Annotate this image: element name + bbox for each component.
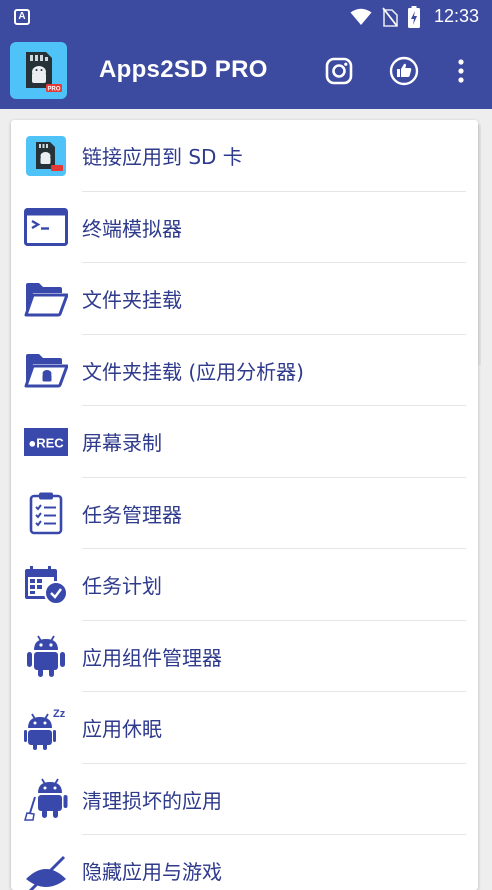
notification-icon: A	[14, 8, 30, 25]
calendar-clock-icon	[24, 563, 68, 607]
menu-item-hide-apps[interactable]: 隐藏应用与游戏	[11, 835, 478, 890]
app-logo: PRO	[10, 42, 67, 99]
folder-android-icon	[24, 348, 68, 392]
hide-icon	[24, 849, 68, 890]
no-sim-icon	[382, 6, 398, 27]
rec-icon-text: ●REC	[28, 435, 64, 450]
menu-item-label: 任务管理器	[82, 502, 182, 527]
more-vert-icon[interactable]	[445, 55, 477, 87]
menu-item-label: 应用组件管理器	[82, 645, 222, 670]
android-broom-icon	[24, 777, 68, 821]
menu-card: 链接应用到 SD 卡 终端模拟器 文件夹挂载 文件夹挂载 (应用分析器) ●RE…	[11, 120, 478, 890]
menu-item-label: 清理损坏的应用	[82, 788, 222, 813]
instagram-icon[interactable]	[323, 55, 355, 87]
app-title: Apps2SD PRO	[99, 56, 268, 83]
rec-icon: ●REC	[24, 420, 68, 464]
menu-item-label: 文件夹挂载 (应用分析器)	[82, 359, 304, 384]
menu-item-terminal[interactable]: 终端模拟器	[11, 192, 478, 263]
menu-item-label: 应用休眠	[82, 717, 162, 742]
menu-item-app-hibernate[interactable]: Zz 应用休眠	[11, 692, 478, 764]
app-bar: PRO Apps2SD PRO	[0, 33, 492, 109]
menu-item-screen-record[interactable]: ●REC 屏幕录制	[11, 406, 478, 478]
terminal-icon	[24, 205, 68, 249]
menu-item-task-manager[interactable]: 任务管理器	[11, 478, 478, 549]
menu-item-label: 任务计划	[82, 574, 162, 599]
menu-item-folder-mount-analyzer[interactable]: 文件夹挂载 (应用分析器)	[11, 335, 478, 406]
battery-charging-icon	[407, 5, 420, 28]
clock: 12:33	[433, 6, 479, 26]
menu-item-label: 屏幕录制	[82, 431, 162, 456]
menu-item-label: 隐藏应用与游戏	[82, 860, 222, 885]
menu-item-link-to-sd[interactable]: 链接应用到 SD 卡	[11, 120, 478, 192]
menu-item-label: 终端模拟器	[82, 216, 182, 241]
menu-item-component-manager[interactable]: 应用组件管理器	[11, 621, 478, 692]
wifi-icon	[350, 8, 372, 25]
menu-item-label: 文件夹挂载	[82, 288, 182, 313]
folder-open-icon	[24, 277, 68, 321]
pro-badge: PRO	[47, 87, 60, 93]
clipboard-icon	[24, 491, 68, 535]
menu-item-label: 链接应用到 SD 卡	[82, 145, 243, 170]
sleep-zz-text: Zz	[53, 708, 66, 720]
android-icon	[24, 634, 68, 678]
thumbs-up-icon[interactable]	[388, 55, 420, 87]
apps2sd-logo-icon	[24, 134, 68, 178]
android-sleep-icon: Zz	[24, 706, 68, 750]
status-bar: A 12:33	[0, 0, 492, 33]
menu-item-task-schedule[interactable]: 任务计划	[11, 549, 478, 621]
menu-item-folder-mount[interactable]: 文件夹挂载	[11, 263, 478, 335]
menu-item-clean-broken-apps[interactable]: 清理损坏的应用	[11, 764, 478, 835]
